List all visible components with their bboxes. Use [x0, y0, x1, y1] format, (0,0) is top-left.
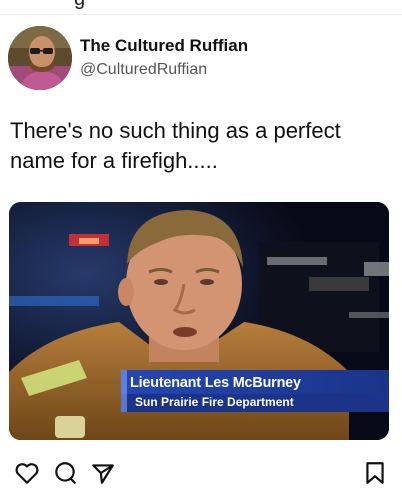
tweet-text: There's no such thing as a perfect name … — [10, 118, 341, 173]
share-icon[interactable] — [90, 460, 116, 486]
avatar-image — [8, 26, 72, 90]
lower-third-department: Sun Prairie Fire Department — [135, 395, 294, 409]
heart-icon[interactable] — [14, 460, 40, 486]
likes-count-fragment: ​ — [14, 493, 134, 500]
divider — [0, 14, 402, 15]
likes-count-cut-text: ​ — [14, 493, 134, 500]
action-bar — [0, 456, 402, 490]
display-name[interactable]: The Cultured Ruffian — [80, 36, 248, 56]
lower-third-name: Lieutenant Les McBurney — [130, 374, 301, 391]
avatar[interactable] — [8, 26, 72, 90]
bookmark-icon[interactable] — [362, 460, 388, 486]
previous-post-fragment: g — [0, 0, 402, 14]
previous-post-text-fragment: g — [74, 0, 85, 11]
user-handle[interactable]: @CulturedRuffian — [80, 61, 207, 79]
comment-icon[interactable] — [52, 460, 78, 486]
